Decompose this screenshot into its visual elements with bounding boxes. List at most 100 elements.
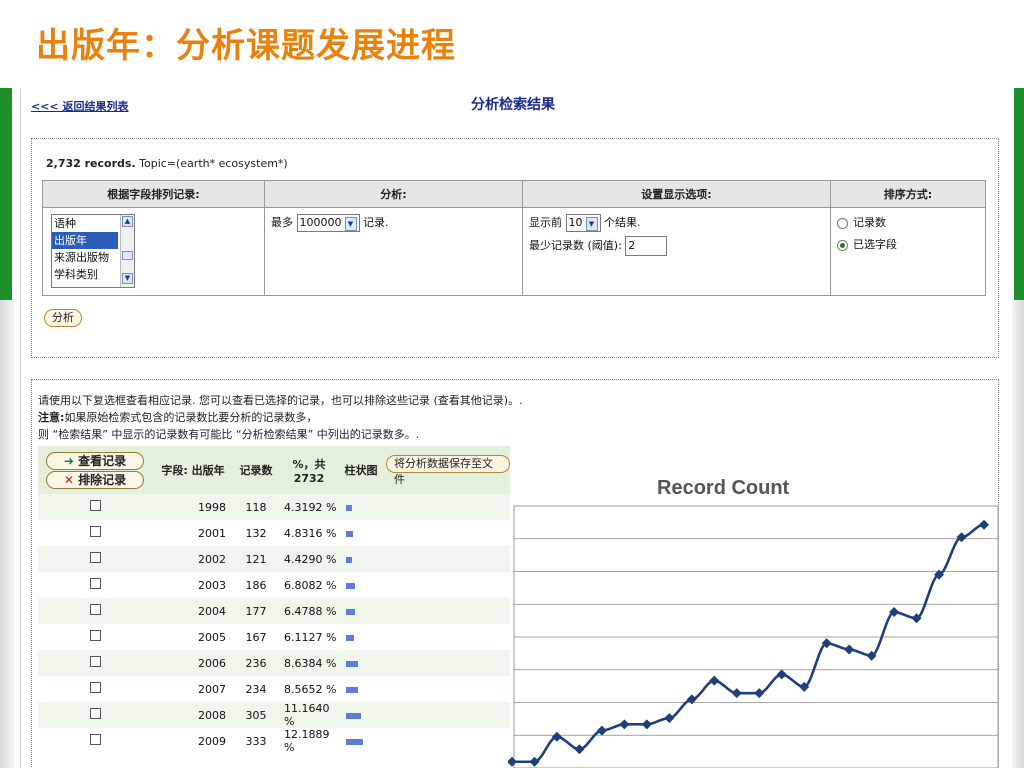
scroll-thumb[interactable] — [122, 251, 133, 260]
field-header: 字段: 出版年 — [152, 446, 234, 494]
records-summary: 2,732 records. Topic=(earth* ecosystem*) — [46, 157, 288, 170]
row-count: 121 — [234, 546, 278, 572]
bar-cell — [340, 676, 382, 702]
empty-cell — [382, 520, 510, 546]
field-option-selected[interactable]: 出版年 — [52, 232, 118, 249]
row-checkbox[interactable] — [89, 578, 101, 589]
analyze-button[interactable]: 分析 — [44, 309, 82, 327]
bar-cell — [340, 520, 382, 546]
show-count-select[interactable]: 10 ▼ — [565, 214, 601, 232]
row-checkbox[interactable] — [89, 526, 101, 537]
row-count: 236 — [234, 650, 278, 676]
view-records-button[interactable]: ➜ 查看记录 — [46, 451, 144, 470]
options-table: 根据字段排列记录: 分析: 设置显示选项: 排序方式: 语种 出版年 来源出版物… — [42, 180, 986, 296]
checkbox-cell — [38, 702, 152, 728]
row-percent: 6.8082 % — [284, 578, 337, 592]
row-bar — [346, 582, 356, 589]
bar-cell — [340, 546, 382, 572]
sort-field-label: 已选字段 — [853, 238, 897, 251]
row-count: 132 — [245, 526, 267, 540]
row-checkbox[interactable] — [89, 708, 101, 719]
decor-edge-right — [1012, 300, 1024, 768]
analyze-prefix: 最多 — [271, 216, 293, 229]
record-actions-header: ➜ 查看记录 ✕ 排除记录 — [38, 446, 152, 494]
bar-header: 柱状图 — [340, 446, 382, 494]
empty-cell — [382, 624, 510, 650]
arrow-right-icon: ➜ — [63, 453, 74, 468]
row-checkbox[interactable] — [89, 630, 101, 641]
analysis-options-panel: 2,732 records. Topic=(earth* ecosystem*)… — [31, 138, 999, 358]
bar-cell — [340, 598, 382, 624]
table-row: 2006 236 8.6384 % — [38, 650, 510, 676]
bar-cell — [340, 650, 382, 676]
row-percent: 6.4788 % — [278, 598, 340, 624]
col-header-sort: 排序方式: — [830, 180, 986, 208]
row-year: 2005 — [198, 630, 226, 644]
bar-cell — [340, 702, 382, 728]
table-row: 2001 132 4.8316 % — [38, 520, 510, 546]
record-count-chart — [508, 505, 999, 768]
min-records-input[interactable]: 2 — [625, 236, 668, 256]
row-checkbox[interactable] — [89, 604, 101, 615]
back-to-results-link[interactable]: <<< 返回结果列表 — [31, 98, 128, 114]
checkbox-cell — [38, 494, 152, 520]
bar-cell — [340, 494, 382, 520]
table-row: 2004 177 6.4788 % — [38, 598, 510, 624]
row-year: 2004 — [152, 598, 234, 624]
row-count: 186 — [245, 578, 267, 592]
chevron-down-icon: ▼ — [344, 217, 357, 231]
col-header-field: 根据字段排列记录: — [42, 180, 265, 208]
scroll-up-icon[interactable]: ▲ — [122, 216, 133, 227]
empty-cell — [382, 676, 510, 702]
row-checkbox[interactable] — [89, 656, 101, 667]
row-percent: 4.8316 % — [284, 526, 337, 540]
empty-cell — [382, 598, 510, 624]
save-data-button[interactable]: 将分析数据保存至文件 — [386, 454, 510, 486]
row-count: 333 — [245, 734, 267, 748]
row-percent: 6.1127 % — [284, 630, 337, 644]
field-cell: 语种 出版年 来源出版物 学科类别 ▲ ▼ — [42, 207, 265, 296]
close-icon: ✕ — [63, 472, 74, 487]
row-year: 2006 — [152, 650, 234, 676]
row-year: 2008 — [152, 702, 234, 728]
sort-cell: 记录数 已选字段 — [830, 207, 986, 296]
scroll-down-icon[interactable]: ▼ — [122, 273, 133, 284]
empty-cell — [382, 650, 510, 676]
max-records-select[interactable]: 100000 ▼ — [296, 214, 360, 232]
slide-title: 出版年：分析课题发展进程 — [36, 26, 456, 66]
checkbox-cell — [38, 650, 152, 676]
row-checkbox[interactable] — [89, 682, 101, 693]
chevron-down-icon: ▼ — [585, 217, 598, 231]
empty-cell — [382, 572, 510, 598]
row-checkbox[interactable] — [89, 734, 101, 745]
show-prefix: 显示前 — [529, 216, 562, 229]
row-year: 2003 — [198, 578, 226, 592]
chart-title: Record Count — [657, 477, 790, 499]
row-percent: 11.1640 % — [278, 702, 340, 728]
row-bar — [346, 556, 352, 563]
display-cell: 显示前 10 ▼ 个结果. 最少记录数 (阈值): 2 — [522, 207, 831, 296]
col-header-analyze: 分析: — [264, 180, 523, 208]
field-listbox[interactable]: 语种 出版年 来源出版物 学科类别 ▲ ▼ — [51, 214, 135, 288]
checkbox-cell — [38, 598, 152, 624]
checkbox-cell — [38, 676, 152, 702]
listbox-scrollbar[interactable]: ▲ ▼ — [120, 215, 134, 287]
row-count: 177 — [234, 598, 278, 624]
row-count: 118 — [234, 494, 278, 520]
row-checkbox[interactable] — [89, 500, 101, 511]
sort-count-radio[interactable] — [837, 217, 848, 229]
checkbox-cell — [38, 624, 152, 650]
row-checkbox[interactable] — [89, 552, 101, 563]
row-bar — [346, 660, 358, 667]
row-count: 305 — [234, 702, 278, 728]
row-year: 2001 — [198, 526, 226, 540]
checkbox-cell — [38, 572, 152, 598]
sort-field-radio[interactable] — [837, 239, 848, 251]
row-bar — [346, 530, 353, 537]
row-percent: 4.3192 % — [278, 494, 340, 520]
exclude-records-button[interactable]: ✕ 排除记录 — [46, 470, 144, 489]
empty-cell — [382, 494, 510, 520]
row-year: 1998 — [152, 494, 234, 520]
decor-bar-left — [0, 88, 12, 300]
row-percent: 8.6384 % — [278, 650, 340, 676]
